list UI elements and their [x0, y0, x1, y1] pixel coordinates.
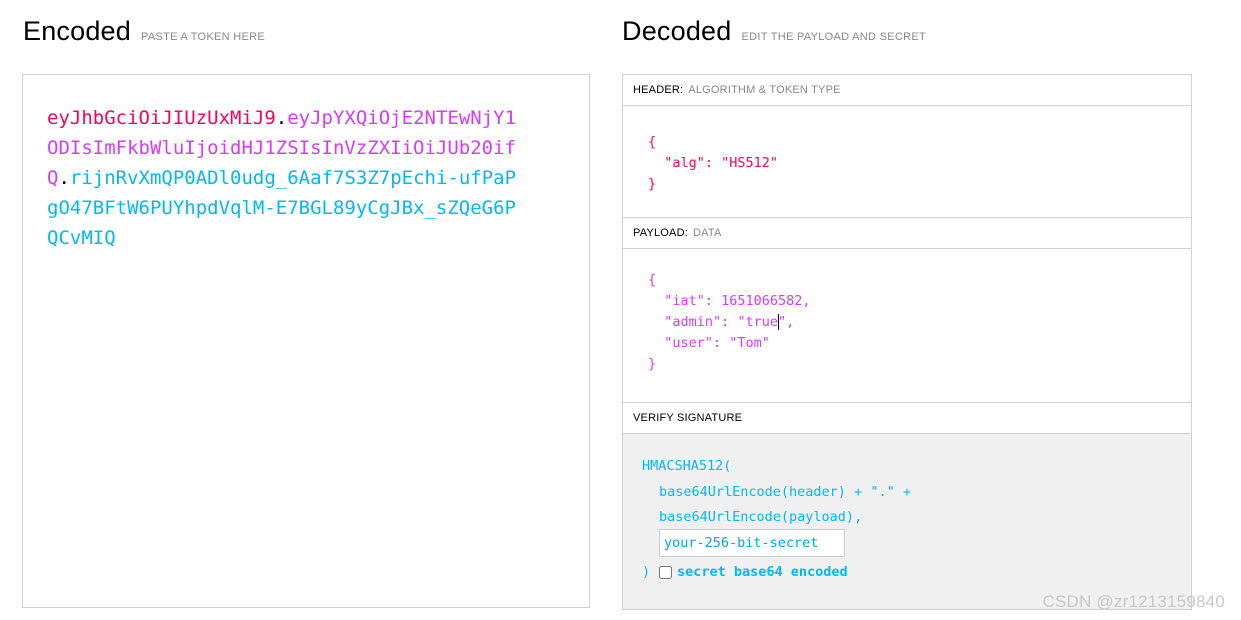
hmac-arg-payload: base64UrlEncode(payload), [659, 509, 863, 525]
payload-section-label: PAYLOAD: [633, 227, 688, 239]
decoded-heading: Decoded EDIT THE PAYLOAD AND SECRET [622, 16, 926, 47]
secret-base64-label[interactable]: secret base64 encoded [677, 564, 848, 580]
encoded-heading: Encoded PASTE A TOKEN HERE [23, 16, 265, 47]
encoded-token-text[interactable]: eyJhbGciOiJIUzUxMiJ9.eyJpYXQiOjE2NTEwNjY… [47, 103, 527, 253]
decoded-hint: EDIT THE PAYLOAD AND SECRET [741, 31, 927, 43]
watermark-text: CSDN @zr1213159840 [1042, 592, 1225, 611]
decoded-title: Decoded [622, 16, 732, 46]
header-json-text: { "alg": "HS512" } [648, 134, 779, 192]
encoded-token-editor[interactable]: eyJhbGciOiJIUzUxMiJ9.eyJpYXQiOjE2NTEwNjY… [22, 74, 590, 608]
payload-section-sublabel: DATA [693, 227, 722, 239]
hmac-fn-open: HMACSHA512( [642, 458, 732, 474]
header-section-sublabel: ALGORITHM & TOKEN TYPE [688, 84, 841, 96]
encoded-title: Encoded [23, 16, 131, 46]
secret-base64-checkbox[interactable] [659, 566, 672, 579]
payload-json-editor[interactable]: { "iat": 1651066582, "admin": "true", "u… [623, 249, 1191, 403]
verify-section-label: VERIFY SIGNATURE [633, 412, 743, 424]
secret-input[interactable] [659, 529, 845, 557]
token-header-part: eyJhbGciOiJIUzUxMiJ9 [47, 107, 276, 129]
verify-signature-section: HMACSHA512( base64UrlEncode(header) + ".… [623, 434, 1191, 609]
verify-section-title: VERIFY SIGNATURE [623, 403, 1191, 434]
header-section-title: HEADER: ALGORITHM & TOKEN TYPE [623, 75, 1191, 106]
token-dot: . [58, 167, 70, 189]
token-signature-part: rijnRvXmQP0ADl0udg_6Aaf7S3Z7pEchi-ufPaPg… [47, 167, 517, 249]
token-dot: . [275, 107, 288, 129]
header-json-editor[interactable]: { "alg": "HS512" } [623, 106, 1191, 218]
encoded-hint: PASTE A TOKEN HERE [141, 31, 265, 43]
header-section-label: HEADER: [633, 84, 684, 96]
hmac-fn-close: ) [642, 564, 651, 580]
decoded-panel: HEADER: ALGORITHM & TOKEN TYPE { "alg": … [622, 74, 1192, 610]
payload-json-text: { "iat": 1651066582, "admin": "true", "u… [648, 270, 811, 375]
hmac-arg-header: base64UrlEncode(header) + "." + [659, 484, 911, 500]
payload-section-title: PAYLOAD: DATA [623, 218, 1191, 249]
